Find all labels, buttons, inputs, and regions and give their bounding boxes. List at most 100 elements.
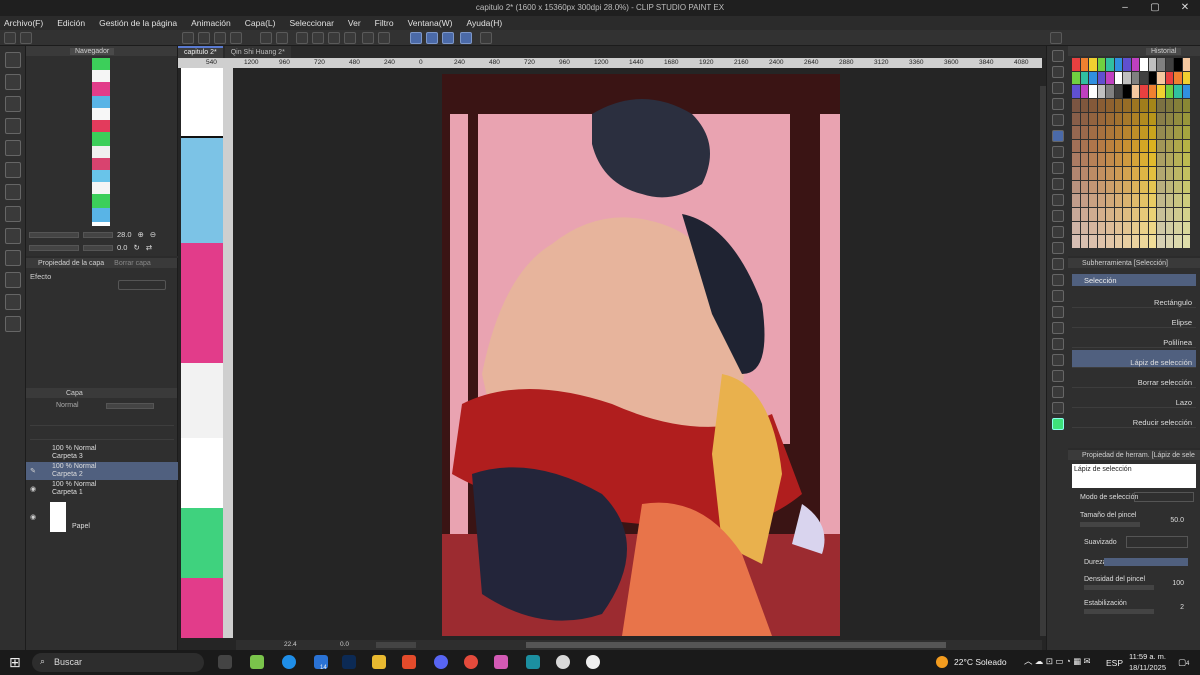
color-swatch[interactable] xyxy=(1097,180,1105,194)
color-swatch[interactable] xyxy=(1123,208,1131,221)
color-swatch[interactable] xyxy=(1089,98,1097,112)
history-tab[interactable]: Historial xyxy=(1146,47,1182,55)
color-swatch[interactable] xyxy=(1072,180,1080,194)
color-swatch[interactable] xyxy=(1080,71,1088,85)
color-swatch[interactable] xyxy=(1123,58,1131,71)
rotate-slider-2[interactable] xyxy=(83,244,113,251)
color-swatch[interactable] xyxy=(1165,85,1173,98)
color-swatch[interactable] xyxy=(1106,98,1114,112)
color-swatch[interactable] xyxy=(1165,221,1173,235)
color-swatch[interactable] xyxy=(1174,153,1182,167)
color-swatch[interactable] xyxy=(1080,221,1088,235)
color-swatch[interactable] xyxy=(1148,139,1156,153)
notification-icon[interactable]: ▢4 xyxy=(1178,657,1189,668)
color-swatch[interactable] xyxy=(1080,235,1088,248)
color-swatch[interactable] xyxy=(1157,126,1165,139)
color-swatch[interactable] xyxy=(1140,71,1148,85)
text-icon[interactable] xyxy=(5,228,21,244)
layer-row[interactable]: ◉ Papel xyxy=(26,500,178,534)
color-swatch[interactable] xyxy=(1106,221,1114,235)
list-icon[interactable] xyxy=(5,250,21,266)
color-swatch[interactable] xyxy=(1114,112,1122,126)
color-swatch[interactable] xyxy=(1072,112,1080,126)
hardness-bar[interactable] xyxy=(1104,558,1188,566)
droplet-icon[interactable] xyxy=(5,294,21,310)
color-swatch[interactable] xyxy=(1114,221,1122,235)
blend-mode-select[interactable]: Normal xyxy=(56,402,79,409)
tab-qin-shi-huang[interactable]: Qin Shi Huang 2* xyxy=(224,46,291,58)
color-swatch[interactable] xyxy=(1131,180,1139,194)
color-swatch[interactable] xyxy=(1123,98,1131,112)
color-swatch[interactable] xyxy=(1148,235,1156,248)
color-swatch[interactable] xyxy=(1089,112,1097,126)
color-swatch[interactable] xyxy=(1089,126,1097,139)
menu-animacion[interactable]: Animación xyxy=(191,18,231,28)
color-swatch[interactable] xyxy=(1114,58,1122,71)
color-swatch[interactable] xyxy=(1072,126,1080,139)
color-swatch[interactable] xyxy=(1123,180,1131,194)
color-swatch[interactable] xyxy=(1089,194,1097,208)
color-swatch[interactable] xyxy=(1123,153,1131,167)
flip-icon[interactable]: ⇄ xyxy=(146,243,152,252)
color-swatch[interactable] xyxy=(1097,139,1105,153)
copilot-icon[interactable] xyxy=(494,655,508,669)
color-swatch[interactable] xyxy=(1140,153,1148,167)
pen-icon[interactable] xyxy=(1052,194,1064,206)
color-swatch[interactable] xyxy=(1106,208,1114,221)
density-slider[interactable] xyxy=(1084,585,1154,590)
navigator-thumbnail[interactable] xyxy=(92,58,110,226)
color-swatch[interactable] xyxy=(1097,221,1105,235)
color-swatch[interactable] xyxy=(1157,153,1165,167)
color-swatch[interactable] xyxy=(1131,208,1139,221)
subtool-reduce-selection[interactable]: Reducir selección xyxy=(1072,410,1196,428)
color-swatch[interactable] xyxy=(1080,58,1088,71)
magnifier-icon[interactable] xyxy=(1052,50,1064,62)
color-swatch[interactable] xyxy=(1131,167,1139,180)
fill-icon[interactable] xyxy=(328,32,340,44)
zoom-in-icon[interactable]: ⊕ xyxy=(138,230,144,239)
companion-icon[interactable] xyxy=(182,32,194,44)
color-swatch[interactable] xyxy=(1157,221,1165,235)
windows-start-icon[interactable]: ⊞ xyxy=(9,655,21,669)
correct-line-icon[interactable] xyxy=(1052,402,1064,414)
snap-grid-icon[interactable] xyxy=(442,32,454,44)
color-swatch[interactable] xyxy=(1165,235,1173,248)
gradient-icon[interactable] xyxy=(1052,306,1064,318)
color-swatch[interactable] xyxy=(1072,85,1080,98)
color-swatch[interactable] xyxy=(1148,221,1156,235)
density-value[interactable]: 100 xyxy=(1154,580,1184,587)
color-swatch[interactable] xyxy=(1182,85,1190,98)
move-icon[interactable] xyxy=(1052,162,1064,174)
close-button[interactable]: ✕ xyxy=(1170,0,1200,16)
color-swatch[interactable] xyxy=(1097,194,1105,208)
color-swatch[interactable] xyxy=(1157,167,1165,180)
color-swatch[interactable] xyxy=(1080,153,1088,167)
layer-move-icon[interactable] xyxy=(1052,178,1064,190)
mail-icon[interactable]: 14 xyxy=(314,655,328,671)
color-swatch[interactable] xyxy=(1106,194,1114,208)
page-icon[interactable] xyxy=(5,140,21,156)
crop-icon[interactable] xyxy=(362,32,374,44)
color-swatch[interactable] xyxy=(1157,85,1165,98)
hand-icon[interactable] xyxy=(1052,66,1064,78)
color-swatch[interactable] xyxy=(1089,153,1097,167)
color-swatch[interactable] xyxy=(1072,208,1080,221)
brush-size-value[interactable]: 50.0 xyxy=(1154,517,1184,524)
snap-icon[interactable] xyxy=(378,32,390,44)
color-swatch[interactable] xyxy=(1106,139,1114,153)
clock-time[interactable]: 11:59 a. m. xyxy=(1126,652,1166,661)
tray-icons[interactable]: ︿ ☁ ⊡ ▭ ◔ ▦ ✉ xyxy=(1024,655,1091,667)
color-swatch[interactable] xyxy=(1131,139,1139,153)
menu-ayuda[interactable]: Ayuda(H) xyxy=(466,18,502,28)
new-document-icon[interactable] xyxy=(198,32,210,44)
color-swatch[interactable] xyxy=(1106,180,1114,194)
menu-ventana[interactable]: Ventana(W) xyxy=(408,18,453,28)
color-swatch[interactable] xyxy=(1174,139,1182,153)
menu-seleccionar[interactable]: Seleccionar xyxy=(289,18,333,28)
color-swatch[interactable] xyxy=(1165,167,1173,180)
zoom-slider-2[interactable] xyxy=(83,231,113,238)
color-swatch[interactable] xyxy=(1148,58,1156,71)
color-swatch[interactable] xyxy=(1174,194,1182,208)
decoration-icon[interactable] xyxy=(1052,242,1064,254)
magic-wand-icon[interactable] xyxy=(1052,146,1064,158)
